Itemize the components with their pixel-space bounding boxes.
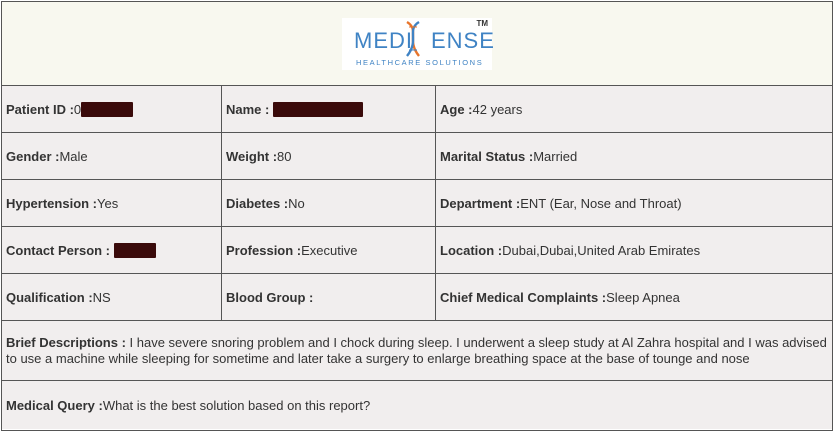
query-row: Medical Query : What is the best solutio… — [2, 381, 832, 429]
field-label: Age : — [440, 101, 473, 117]
name-cell: Name : — [222, 86, 436, 132]
field-value: Executive — [301, 242, 358, 258]
field-label: Brief Descriptions : — [6, 334, 130, 350]
logo-wordmark: MEDI ENSE — [354, 27, 495, 53]
field-label: Chief Medical Complaints : — [440, 289, 607, 305]
qualification-cell: Qualification : NS — [2, 274, 222, 320]
medical-query-cell: Medical Query : What is the best solutio… — [2, 381, 832, 429]
table-row: Gender : Male Weight : 80 Marital Status… — [2, 133, 832, 180]
trademark-mark: TM — [476, 18, 488, 28]
field-label: Diabetes : — [226, 195, 289, 211]
field-value: ENT (Ear, Nose and Throat) — [520, 195, 682, 211]
header-row: MEDI ENSE TM HEALTHCARE SOLUTIONS — [2, 2, 832, 86]
marital-status-cell: Marital Status : Married — [436, 133, 832, 179]
gender-cell: Gender : Male — [2, 133, 222, 179]
field-value: What is the best solution based on this … — [102, 397, 371, 413]
patient-id-cell: Patient ID : 0 — [2, 86, 222, 132]
table-row: Contact Person : Profession : Executive … — [2, 227, 832, 274]
field-value: Sleep Apnea — [606, 289, 680, 305]
table-row: Hypertension : Yes Diabetes : No Departm… — [2, 180, 832, 227]
weight-cell: Weight : 80 — [222, 133, 436, 179]
age-cell: Age : 42 years — [436, 86, 832, 132]
field-label: Patient ID : — [6, 101, 74, 117]
field-value: 42 years — [472, 101, 523, 117]
field-label: Location : — [440, 242, 503, 258]
field-value: Dubai,Dubai,United Arab Emirates — [502, 242, 701, 258]
field-label: Department : — [440, 195, 521, 211]
blood-group-cell: Blood Group : — [222, 274, 436, 320]
field-value: Married — [533, 148, 578, 164]
field-value: Male — [59, 148, 88, 164]
field-label: Profession : — [226, 242, 302, 258]
field-label: Hypertension : — [6, 195, 98, 211]
field-value: 0 — [73, 101, 82, 117]
field-label: Name : — [226, 101, 270, 117]
redaction-block — [114, 242, 157, 258]
redaction-block — [273, 101, 364, 117]
description-row: Brief Descriptions : I have severe snori… — [2, 321, 832, 381]
brief-description-cell: Brief Descriptions : I have severe snori… — [2, 321, 832, 380]
field-value: I have severe snoring problem and I choc… — [6, 334, 827, 366]
location-cell: Location : Dubai,Dubai,United Arab Emira… — [436, 227, 832, 273]
diabetes-cell: Diabetes : No — [222, 180, 436, 226]
table-row: Patient ID : 0 Name : Age : 42 years — [2, 86, 832, 133]
chief-complaints-cell: Chief Medical Complaints : Sleep Apnea — [436, 274, 832, 320]
redaction-block — [81, 101, 134, 117]
field-label: Blood Group : — [226, 289, 314, 305]
field-label: Contact Person : — [6, 242, 111, 258]
field-value: Yes — [97, 195, 119, 211]
hypertension-cell: Hypertension : Yes — [2, 180, 222, 226]
field-label: Qualification : — [6, 289, 93, 305]
field-label: Marital Status : — [440, 148, 534, 164]
patient-record-table: MEDI ENSE TM HEALTHCARE SOLUTIONS Patient… — [1, 1, 833, 431]
field-label: Medical Query : — [6, 397, 103, 413]
field-label: Weight : — [226, 148, 278, 164]
field-label: Gender : — [6, 148, 60, 164]
field-value: 80 — [277, 148, 292, 164]
medisense-logo: MEDI ENSE TM HEALTHCARE SOLUTIONS — [342, 17, 495, 70]
dna-helix-icon — [406, 20, 420, 57]
logo-tagline: HEALTHCARE SOLUTIONS — [356, 57, 484, 67]
profession-cell: Profession : Executive — [222, 227, 436, 273]
table-row: Qualification : NS Blood Group : Chief M… — [2, 274, 832, 321]
department-cell: Department : ENT (Ear, Nose and Throat) — [436, 180, 832, 226]
contact-person-cell: Contact Person : — [2, 227, 222, 273]
field-value: NS — [92, 289, 111, 305]
field-value: No — [288, 195, 305, 211]
